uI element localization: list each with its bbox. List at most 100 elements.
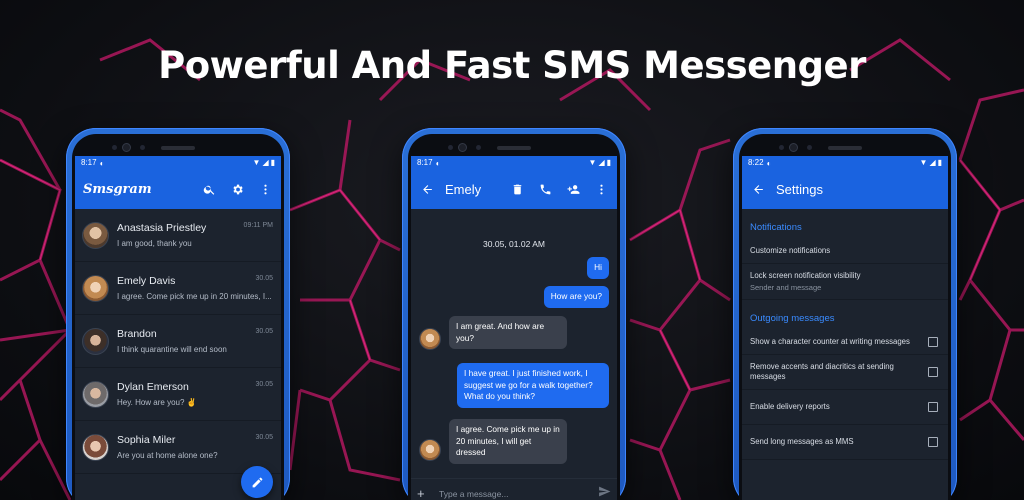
message-bubble-sent[interactable]: How are you?: [543, 286, 609, 308]
message-bubble-received[interactable]: I agree. Come pick me up in 20 minutes, …: [449, 419, 567, 464]
speaker-grille: [828, 146, 862, 150]
screen-chat: 8:17 ◐ ▼ ◢ ▮ Emely 30.05, 01.02 AM Hi Ho…: [411, 156, 617, 500]
message-bubble-sent[interactable]: I have great. I just finished work, I su…: [457, 363, 609, 408]
phone-call-icon[interactable]: [537, 181, 553, 197]
conversation-item[interactable]: Dylan Emerson Hey. How are you? ✌ 30.05: [75, 368, 281, 421]
message-preview: Are you at home alone one?: [117, 451, 218, 460]
speaker-grille: [497, 146, 531, 150]
setting-title: Enable delivery reports: [750, 402, 830, 411]
conversation-time: 09:11 PM: [243, 222, 273, 229]
setting-title: Send long messages as MMS: [750, 437, 854, 446]
setting-title: Show a character counter at writing mess…: [750, 337, 910, 346]
notification-icon: ◐: [766, 159, 772, 168]
more-vert-icon[interactable]: [257, 181, 273, 197]
message-input[interactable]: Type a message...: [433, 489, 598, 499]
speaker-grille: [161, 146, 195, 150]
chat-date: 30.05, 01.02 AM: [483, 239, 545, 249]
more-vert-icon[interactable]: [593, 181, 609, 197]
signal-icon: ◢: [262, 158, 269, 167]
message-composer: + Type a message...: [411, 478, 617, 500]
message-preview: I agree. Come pick me up in 20 minutes, …: [117, 292, 272, 301]
conversation-time: 30.05: [255, 434, 273, 441]
setting-subtitle: Sender and message: [750, 283, 822, 292]
phone-settings: 8:22 ◐ ▼ ◢ ▮ Settings Notifications Customi…: [733, 128, 957, 500]
contact-name: Dylan Emerson: [117, 381, 189, 393]
avatar: [82, 433, 109, 461]
message-preview: I am good, thank you: [117, 239, 192, 248]
conversation-item[interactable]: Anastasia Priestley I am good, thank you…: [75, 209, 281, 262]
avatar: [82, 221, 109, 249]
notification-icon: ◐: [435, 159, 441, 168]
setting-long-messages-mms[interactable]: Send long messages as MMS: [742, 425, 948, 460]
checkbox[interactable]: [928, 367, 938, 377]
conversation-item[interactable]: Brandon I think quarantine will end soon…: [75, 315, 281, 368]
message-preview: I think quarantine will end soon: [117, 345, 227, 354]
signal-icon: ◢: [598, 158, 605, 167]
front-camera: [122, 143, 131, 152]
message-bubble-sent[interactable]: Hi: [587, 257, 609, 279]
section-header-outgoing: Outgoing messages: [750, 313, 835, 324]
attach-plus-icon[interactable]: +: [417, 486, 433, 500]
chat-contact-name: Emely: [445, 181, 482, 197]
conversation-list: Anastasia Priestley I am good, thank you…: [75, 209, 281, 474]
app-bar: Emely: [411, 169, 617, 209]
setting-remove-accents[interactable]: Remove accents and diacritics at sending…: [742, 355, 948, 390]
contact-name: Sophia Miler: [117, 434, 176, 446]
conversation-item[interactable]: Sophia Miler Are you at home alone one? …: [75, 421, 281, 474]
avatar: [82, 274, 109, 302]
battery-icon: ▮: [937, 158, 942, 167]
status-time: 8:22: [748, 158, 764, 167]
delete-icon[interactable]: [509, 181, 525, 197]
battery-icon: ▮: [606, 158, 611, 167]
compose-button[interactable]: [241, 466, 273, 498]
wifi-icon: ▼: [588, 158, 597, 167]
status-time: 8:17: [81, 158, 97, 167]
notification-icon: ◐: [99, 159, 105, 168]
checkbox[interactable]: [928, 437, 938, 447]
conversation-item[interactable]: Emely Davis I agree. Come pick me up in …: [75, 262, 281, 315]
app-bar: Smsgram: [75, 169, 281, 209]
setting-customize-notifications[interactable]: Customize notifications: [742, 239, 948, 264]
wifi-icon: ▼: [252, 158, 261, 167]
send-icon[interactable]: [598, 485, 611, 500]
signal-icon: ◢: [929, 158, 936, 167]
chat-thread: 30.05, 01.02 AM Hi How are you? I am gre…: [411, 209, 617, 500]
headline: Powerful And Fast SMS Messenger: [158, 44, 866, 87]
pencil-icon: [252, 477, 262, 487]
status-bar: 8:22 ◐ ▼ ◢ ▮: [742, 156, 948, 169]
status-time: 8:17: [417, 158, 433, 167]
message-bubble-received[interactable]: I am great. And how are you?: [449, 316, 567, 349]
setting-title: Lock screen notification visibility: [750, 271, 861, 280]
back-arrow-icon[interactable]: [419, 181, 435, 197]
add-person-icon[interactable]: [565, 181, 581, 197]
setting-title: Customize notifications: [750, 246, 831, 255]
app-logo: Smsgram: [83, 181, 152, 197]
section-header-notifications: Notifications: [750, 222, 802, 233]
setting-delivery-reports[interactable]: Enable delivery reports: [742, 390, 948, 425]
back-arrow-icon[interactable]: [750, 181, 766, 197]
setting-title: Remove accents and diacritics at sending…: [750, 362, 894, 381]
conversation-time: 30.05: [255, 328, 273, 335]
checkbox[interactable]: [928, 402, 938, 412]
setting-lock-screen-visibility[interactable]: Lock screen notification visibility Send…: [742, 264, 948, 300]
message-preview: Hey. How are you? ✌: [117, 398, 197, 407]
front-camera: [458, 143, 467, 152]
screen-conversation-list: 8:17 ◐ ▼ ◢ ▮ Smsgram Anastasia Priestley…: [75, 156, 281, 500]
status-bar: 8:17 ◐ ▼ ◢ ▮: [75, 156, 281, 169]
screen-settings: 8:22 ◐ ▼ ◢ ▮ Settings Notifications Customi…: [742, 156, 948, 500]
battery-icon: ▮: [270, 158, 275, 167]
conversation-time: 30.05: [255, 275, 273, 282]
conversation-time: 30.05: [255, 381, 273, 388]
app-bar: Settings: [742, 169, 948, 209]
checkbox[interactable]: [928, 337, 938, 347]
contact-name: Brandon: [117, 328, 157, 340]
search-icon[interactable]: [201, 181, 217, 197]
avatar: [82, 380, 109, 408]
status-bar: 8:17 ◐ ▼ ◢ ▮: [411, 156, 617, 169]
phone-conversations: 8:17 ◐ ▼ ◢ ▮ Smsgram Anastasia Priestley…: [66, 128, 290, 500]
contact-name: Emely Davis: [117, 275, 176, 287]
avatar: [419, 328, 441, 350]
gear-icon[interactable]: [229, 181, 245, 197]
setting-character-counter[interactable]: Show a character counter at writing mess…: [742, 330, 948, 355]
avatar: [419, 439, 441, 461]
